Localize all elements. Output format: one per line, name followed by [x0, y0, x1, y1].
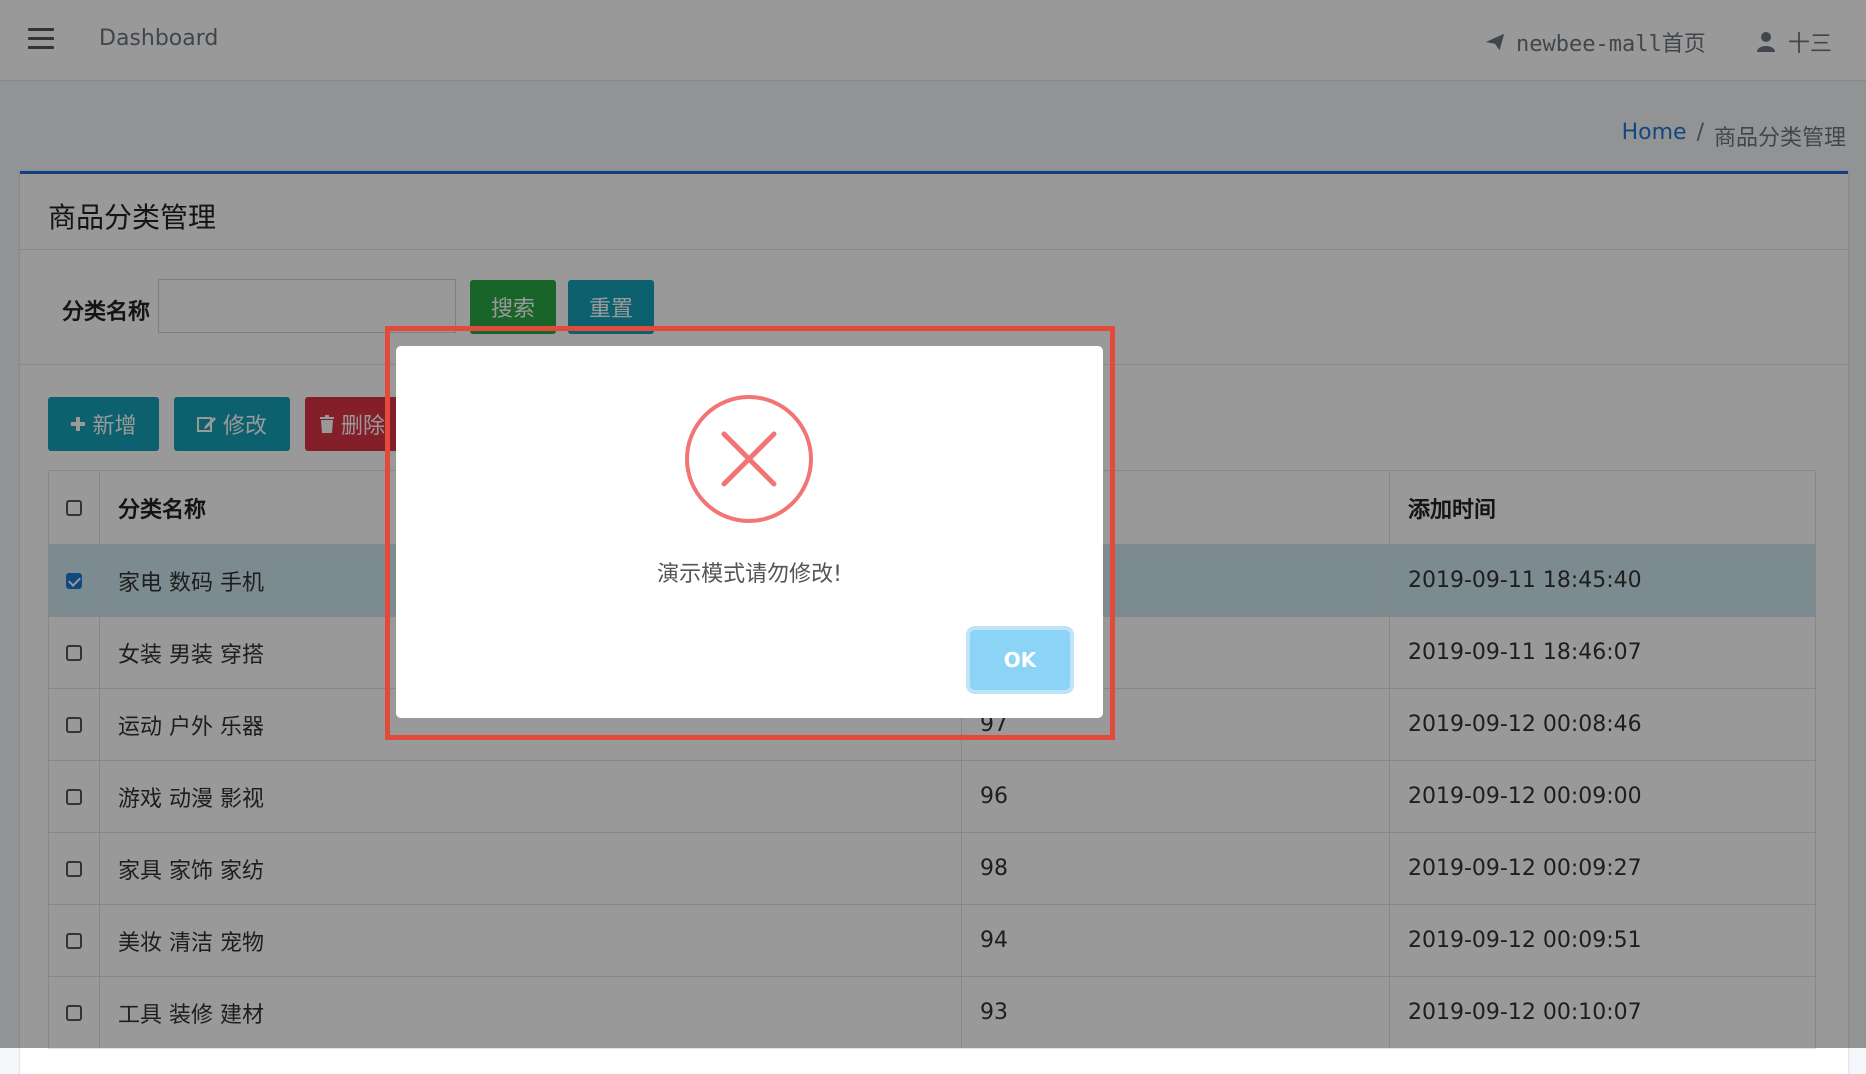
error-x-icon [685, 395, 813, 523]
page: Dashboard newbee-mall首页 十三 Home / 商品分类管理… [0, 0, 1866, 1074]
alert-dialog: 演示模式请勿修改! OK [396, 346, 1103, 718]
ok-button[interactable]: OK [970, 630, 1070, 690]
alert-message: 演示模式请勿修改! [657, 562, 842, 587]
